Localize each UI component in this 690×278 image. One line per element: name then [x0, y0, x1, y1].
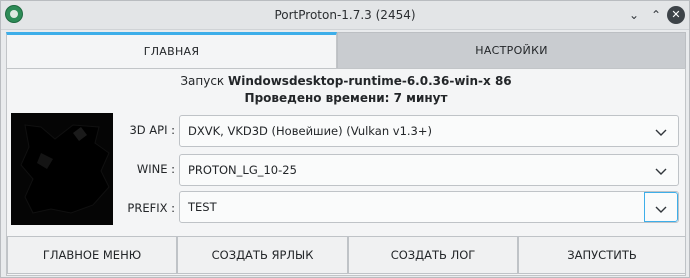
tab-bar: ГЛАВНАЯ НАСТРОЙКИ: [6, 32, 686, 69]
launch-target-name: Windowsdesktop-runtime-6.0.36-win-x 86: [227, 74, 512, 88]
api-combo[interactable]: DXVK, VKD3D (Новейшие) (Vulkan v1.3+): [179, 115, 679, 147]
create-log-button[interactable]: СОЗДАТЬ ЛОГ: [348, 236, 518, 274]
minimize-button[interactable]: ⌄: [625, 6, 643, 24]
prefix-label: PREFIX :: [127, 201, 175, 215]
launch-button[interactable]: ЗАПУСТИТЬ: [518, 236, 686, 274]
api-value: DXVK, VKD3D (Новейшие) (Vulkan v1.3+): [188, 124, 432, 138]
prefix-value: TEST: [188, 200, 217, 214]
wine-value: PROTON_LG_10-25: [188, 163, 297, 177]
wine-label: WINE :: [136, 162, 175, 176]
close-button[interactable]: ✕: [667, 6, 685, 24]
prefix-dropdown-button[interactable]: [644, 192, 678, 222]
launch-info: Запуск Windowsdesktop-runtime-6.0.36-win…: [1, 74, 690, 88]
create-shortcut-button[interactable]: СОЗДАТЬ ЯРЛЫК: [177, 236, 348, 274]
window-title: PortProton-1.7.3 (2454): [274, 8, 416, 22]
maximize-button[interactable]: ⌃: [647, 6, 665, 24]
tab-main[interactable]: ГЛАВНАЯ: [6, 32, 337, 69]
time-spent-label: Проведено времени: 7 минут: [244, 91, 448, 105]
main-menu-button[interactable]: ГЛАВНОЕ МЕНЮ: [7, 236, 177, 274]
cover-art-icon: [11, 113, 113, 225]
api-label: 3D API :: [129, 123, 175, 137]
tab-settings[interactable]: НАСТРОЙКИ: [337, 32, 686, 69]
game-cover-image: [11, 113, 113, 225]
chevron-down-icon: [655, 206, 667, 213]
title-bar[interactable]: PortProton-1.7.3 (2454) ⌄ ⌃ ✕: [1, 1, 689, 30]
launch-prefix-label: Запуск: [180, 74, 228, 88]
prefix-combo[interactable]: TEST: [179, 191, 679, 223]
wine-combo[interactable]: PROTON_LG_10-25: [179, 154, 679, 186]
chevron-down-icon: [655, 129, 667, 136]
chevron-down-icon: [655, 168, 667, 175]
portproton-window: PortProton-1.7.3 (2454) ⌄ ⌃ ✕ ГЛАВНАЯ НА…: [0, 0, 690, 278]
